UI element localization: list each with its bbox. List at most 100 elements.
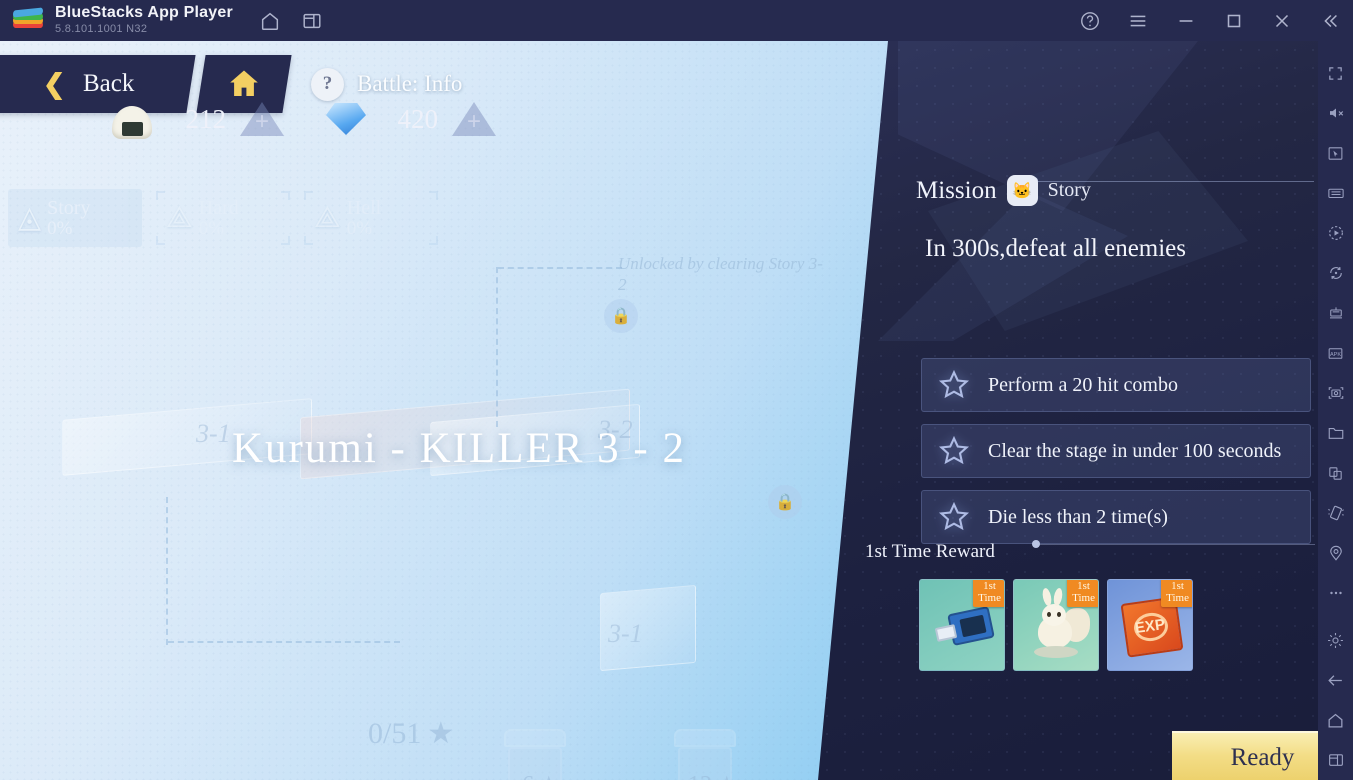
reward-divider (1035, 544, 1315, 545)
map-path-line-3 (166, 497, 168, 645)
home-icon[interactable] (259, 10, 281, 32)
first-time-badge: 1st Time (973, 580, 1004, 608)
objective-text: Clear the stage in under 100 seconds (988, 439, 1282, 462)
objective-item[interactable]: Clear the stage in under 100 seconds (921, 424, 1311, 478)
badge-line-2: Time (1166, 591, 1189, 604)
bluestacks-sidebar: APK (1318, 41, 1353, 780)
objective-text: Perform a 20 hit combo (988, 373, 1178, 396)
recent-apps-icon[interactable] (1318, 740, 1353, 780)
diamond-icon (326, 103, 366, 135)
android-home-icon[interactable] (1318, 700, 1353, 740)
fullscreen-icon[interactable] (1318, 53, 1353, 93)
maximize-icon[interactable] (1223, 10, 1245, 32)
back-button-label: Back (83, 70, 135, 97)
difficulty-icon-hard: ⟁ (166, 201, 193, 234)
difficulty-tab-hard[interactable]: ⟁ Hard 0% (156, 189, 290, 247)
objective-item[interactable]: Die less than 2 time(s) (921, 490, 1311, 544)
difficulty-progress-hell: 0% (346, 217, 373, 239)
currency-bar: 212 420 (110, 99, 496, 139)
star-icon (934, 497, 974, 537)
mute-icon[interactable] (1318, 93, 1353, 133)
badge-line-1: 1st (1171, 580, 1184, 592)
faded-stage-number: 3-1 (196, 419, 231, 448)
first-time-badge: 1st Time (1161, 580, 1192, 608)
chevron-left-icon: ❮ (42, 68, 66, 99)
reward-section-label: 1st Time Reward (865, 541, 995, 562)
keyboard-controls-icon[interactable] (1318, 173, 1353, 213)
unlock-note: Unlocked by clearing Story 3-2 (618, 254, 823, 295)
install-apk-icon[interactable]: APK (1318, 333, 1353, 373)
badge-line-2: Time (978, 591, 1001, 604)
badge-line-2: Time (1072, 591, 1095, 604)
ready-button[interactable]: Ready (1172, 731, 1318, 780)
lock-icon-2: 🔒 (768, 485, 802, 519)
usb-drive-icon (934, 605, 995, 647)
back-arrow-icon[interactable] (1318, 660, 1353, 700)
difficulty-icon-story: ◬ (18, 201, 42, 234)
exp-book-icon: EXP (1120, 596, 1184, 658)
difficulty-progress-hard: 0% (198, 217, 225, 239)
app-title-block: BlueStacks App Player 5.8.101.1001 N32 (55, 5, 233, 35)
bluestacks-titlebar: BlueStacks App Player 5.8.101.1001 N32 (0, 0, 1353, 41)
app-name: BlueStacks App Player (55, 4, 233, 22)
chest-reward-1-label: 6 ★ (522, 771, 560, 780)
close-icon[interactable] (1271, 10, 1293, 32)
onigiri-value: 212 (185, 103, 227, 134)
currency-diamond: 420 (326, 102, 496, 136)
game-viewport[interactable]: 3-1 3-2 3-1 Unlocked by clearing Story 3… (0, 41, 1318, 780)
help-icon[interactable] (1079, 10, 1101, 32)
difficulty-icon-hell: ⟁ (314, 201, 341, 234)
star-icon-chest-1: ★ (538, 771, 560, 780)
objective-text: Die less than 2 time(s) (988, 505, 1168, 528)
macro-recorder-icon[interactable] (1318, 213, 1353, 253)
chest-2-count: 12 (688, 772, 712, 780)
screenshot-icon[interactable] (1318, 373, 1353, 413)
difficulty-name-story: Story (47, 196, 91, 219)
star-icon (934, 431, 974, 471)
multi-instance-sync-icon[interactable] (1318, 293, 1353, 333)
reward-divider-dot (1032, 540, 1040, 548)
lock-icon: 🔒 (604, 299, 638, 333)
map-path-line-4 (168, 641, 400, 643)
rotate-screen-icon[interactable] (1318, 253, 1353, 293)
reward-item-usb-drive[interactable]: 1st Time (919, 579, 1005, 671)
currency-onigiri: 212 (110, 99, 284, 139)
cursor-control-icon[interactable] (1318, 133, 1353, 173)
settings-gear-icon[interactable] (1318, 620, 1353, 660)
star-progress: 0/51 ★ (368, 716, 454, 751)
reward-item-exp-book[interactable]: EXP 1st Time (1107, 579, 1193, 671)
difficulty-tab-hell[interactable]: ⟁ Hell 0% (304, 189, 438, 247)
mission-description: In 300s,defeat all enemies (925, 235, 1187, 262)
mission-label: Mission (916, 176, 997, 204)
location-icon[interactable] (1318, 533, 1353, 573)
ready-button-label: Ready (1230, 744, 1295, 771)
battle-info-text: Battle: Info (357, 71, 463, 96)
difficulty-name-hard: Hard (198, 196, 239, 219)
reward-item-bunny-creature[interactable]: 1st Time (1013, 579, 1099, 671)
difficulty-tab-story[interactable]: ◬ Story 0% (8, 189, 142, 247)
objective-item[interactable]: Perform a 20 hit combo (921, 358, 1311, 412)
star-icon-chest-2: ★ (716, 771, 738, 780)
star-progress-value: 0/51 (368, 716, 422, 750)
bluestacks-logo (13, 6, 43, 34)
difficulty-name-hell: Hell (346, 196, 382, 219)
difficulty-progress-story: 0% (47, 217, 73, 239)
add-onigiri-button[interactable] (240, 102, 284, 136)
cat-icon: 🐱 (1006, 175, 1038, 206)
collapse-sidebar-icon[interactable] (1319, 10, 1341, 32)
chest-1-count: 6 (522, 772, 534, 780)
star-icon (934, 365, 974, 405)
multi-instance-icon[interactable] (301, 10, 323, 32)
more-options-icon[interactable] (1318, 573, 1353, 613)
app-version: 5.8.101.1001 N32 (55, 23, 148, 36)
hamburger-menu-icon[interactable] (1127, 10, 1149, 32)
badge-line-1: 1st (1077, 580, 1090, 592)
shake-icon[interactable] (1318, 493, 1353, 533)
media-folder-icon[interactable] (1318, 413, 1353, 453)
badge-line-1: 1st (983, 580, 996, 592)
map-path-line-1 (498, 267, 622, 269)
minimize-icon[interactable] (1175, 10, 1197, 32)
help-badge-icon[interactable]: ? (311, 67, 344, 101)
add-diamond-button[interactable] (452, 102, 496, 136)
copy-paste-icon[interactable] (1318, 453, 1353, 493)
